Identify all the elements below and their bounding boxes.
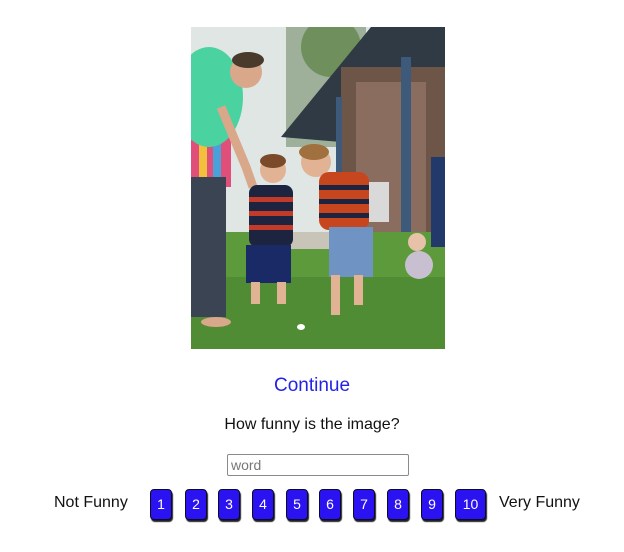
rating-button-3[interactable]: 3	[218, 489, 240, 520]
rating-button-9[interactable]: 9	[421, 489, 443, 520]
photo-illustration	[191, 27, 445, 349]
word-input[interactable]	[227, 454, 409, 476]
rating-button-4[interactable]: 4	[252, 489, 274, 520]
rating-button-5[interactable]: 5	[286, 489, 308, 520]
rating-button-8[interactable]: 8	[387, 489, 409, 520]
rating-button-2[interactable]: 2	[185, 489, 207, 520]
rating-button-10[interactable]: 10	[455, 489, 486, 520]
rating-button-7[interactable]: 7	[353, 489, 375, 520]
rating-button-1[interactable]: 1	[150, 489, 172, 520]
rating-button-6[interactable]: 6	[319, 489, 341, 520]
funniness-question: How funny is the image?	[224, 416, 400, 433]
funniness-rating-scale: Not Funny 1 2 3 4 5 6 7 8 9 10 Very Funn…	[0, 489, 624, 523]
very-funny-label: Very Funny	[499, 494, 580, 511]
continue-link[interactable]: Continue	[0, 375, 624, 397]
not-funny-label: Not Funny	[54, 494, 128, 511]
rated-photo	[191, 27, 445, 349]
